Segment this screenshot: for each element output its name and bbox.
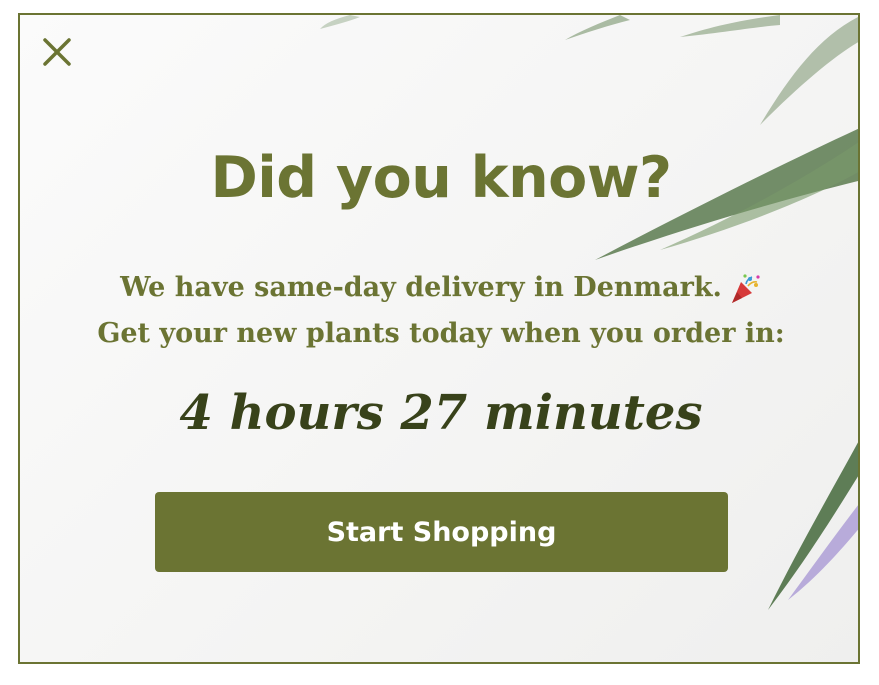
delivery-popup: Did you know? We have same-day delivery … [18, 13, 860, 664]
start-shopping-label: Start Shopping [326, 516, 557, 548]
close-icon [43, 38, 71, 66]
popup-headline: Did you know? [210, 145, 672, 211]
party-popper-icon [731, 273, 760, 303]
close-button[interactable] [40, 35, 74, 69]
countdown-timer: 4 hours 27 minutes [179, 385, 703, 441]
delivery-message: We have same-day delivery in Denmark. Ge… [20, 265, 858, 357]
message-line-2: Get your new plants today when you order… [97, 318, 785, 349]
message-line-1: We have same-day delivery in Denmark. [20, 265, 858, 311]
start-shopping-button[interactable]: Start Shopping [155, 492, 728, 572]
message-line-1-text: We have same-day delivery in Denmark. [120, 272, 722, 303]
